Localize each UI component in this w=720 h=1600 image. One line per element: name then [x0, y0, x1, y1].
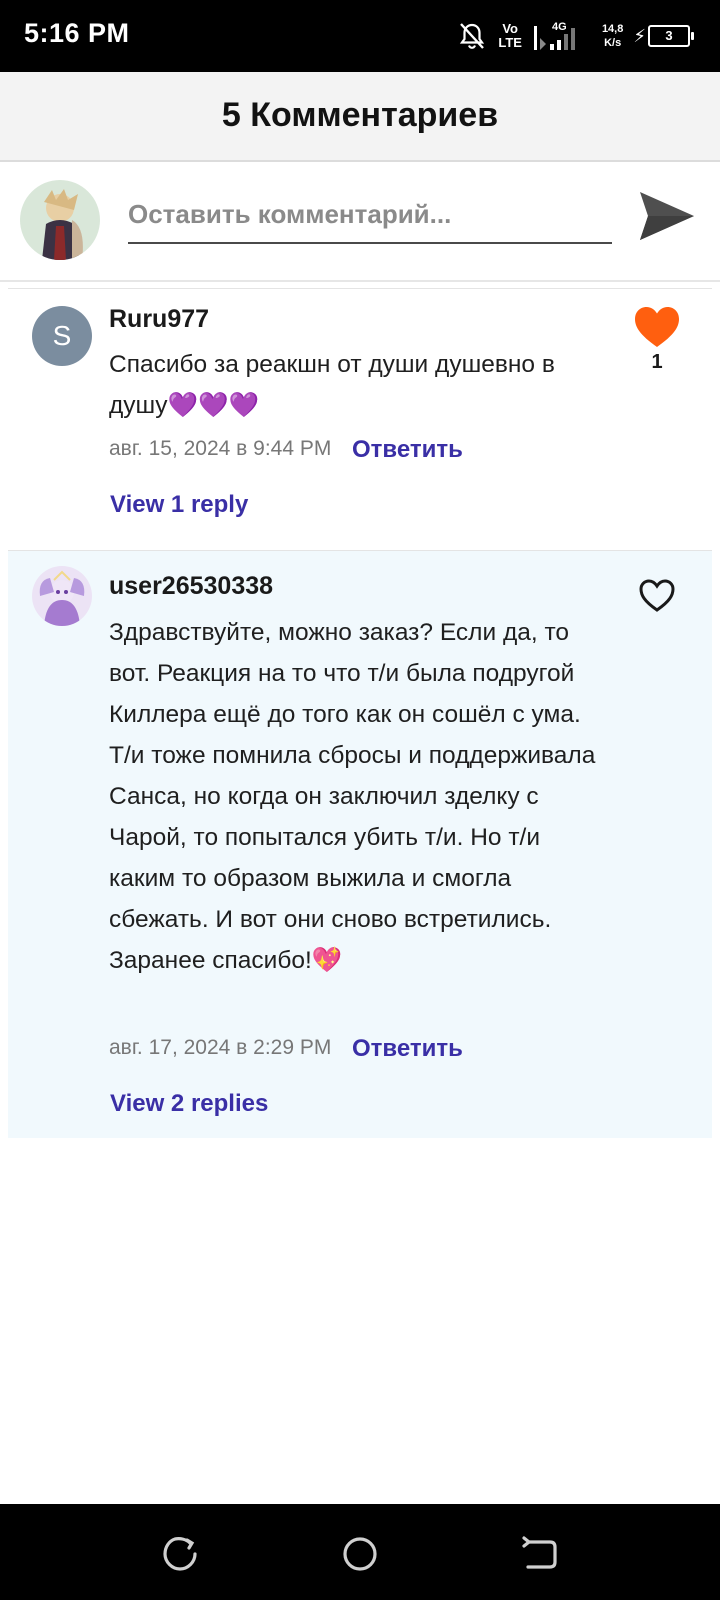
comment-text: Спасибо за реакшн от души душевно в душу…	[109, 351, 562, 419]
avatar-image	[20, 180, 100, 260]
current-user-avatar[interactable]	[20, 180, 100, 260]
send-icon[interactable]	[636, 186, 696, 246]
net-type-label: 4G	[552, 21, 567, 33]
comment-item: user26530338 Здравствуйте, можно заказ? …	[8, 551, 712, 1138]
bell-off-icon	[460, 23, 485, 49]
view-replies-link[interactable]: View 1 reply	[110, 491, 248, 519]
status-icons: Vo LTE 4G 14,8 K/s ⚡ 3	[456, 16, 694, 56]
heart-outline-icon[interactable]	[632, 573, 682, 617]
signal-icon: 4G	[533, 21, 575, 50]
home-icon[interactable]	[340, 1534, 380, 1574]
recent-apps-icon[interactable]	[160, 1534, 200, 1574]
comment-username[interactable]: Ruru977	[109, 305, 209, 334]
volte-top: Vo	[502, 21, 518, 36]
system-nav-bar	[0, 1504, 720, 1600]
comment-date: авг. 15, 2024 в 9:44 PM	[109, 437, 332, 460]
charging-icon: ⚡	[633, 25, 646, 46]
battery-level: 3	[665, 28, 673, 43]
reply-button[interactable]: Ответить	[352, 1035, 463, 1063]
status-time: 5:16 PM	[24, 18, 130, 48]
avatar[interactable]	[32, 566, 92, 626]
comment-text: Здравствуйте, можно заказ? Если да, то в…	[109, 619, 596, 974]
battery-indicator: ⚡ 3	[633, 25, 694, 47]
reply-button[interactable]: Ответить	[352, 436, 463, 464]
page-title: 5 Комментариев	[221, 96, 499, 134]
comment-composer	[0, 162, 720, 282]
battery-icon: 3	[648, 25, 694, 47]
volte-indicator: Vo LTE	[498, 22, 522, 50]
volte-bottom: LTE	[498, 35, 522, 50]
comment-item: S Ruru977 Спасибо за реакшн от души душе…	[8, 289, 712, 550]
speed-value: 14,8	[601, 23, 624, 35]
avatar-image	[32, 566, 92, 626]
comment-username[interactable]: user26530338	[109, 572, 273, 601]
avatar-letter: S	[52, 320, 72, 351]
back-icon[interactable]	[520, 1534, 560, 1574]
avatar[interactable]: S	[32, 306, 92, 366]
like-count: 1	[651, 351, 663, 373]
heart-filled-icon[interactable]	[632, 305, 682, 349]
comment-input[interactable]	[128, 186, 612, 244]
comments-header: 5 Комментариев	[0, 72, 720, 162]
comment-date: авг. 17, 2024 в 2:29 PM	[109, 1036, 332, 1059]
speed-unit: K/s	[604, 37, 622, 49]
status-bar: 5:16 PM Vo LTE 4G 14,8 K/s ⚡ 3	[0, 0, 720, 72]
view-replies-link[interactable]: View 2 replies	[110, 1090, 268, 1118]
network-speed: 14,8 K/s	[602, 22, 623, 50]
